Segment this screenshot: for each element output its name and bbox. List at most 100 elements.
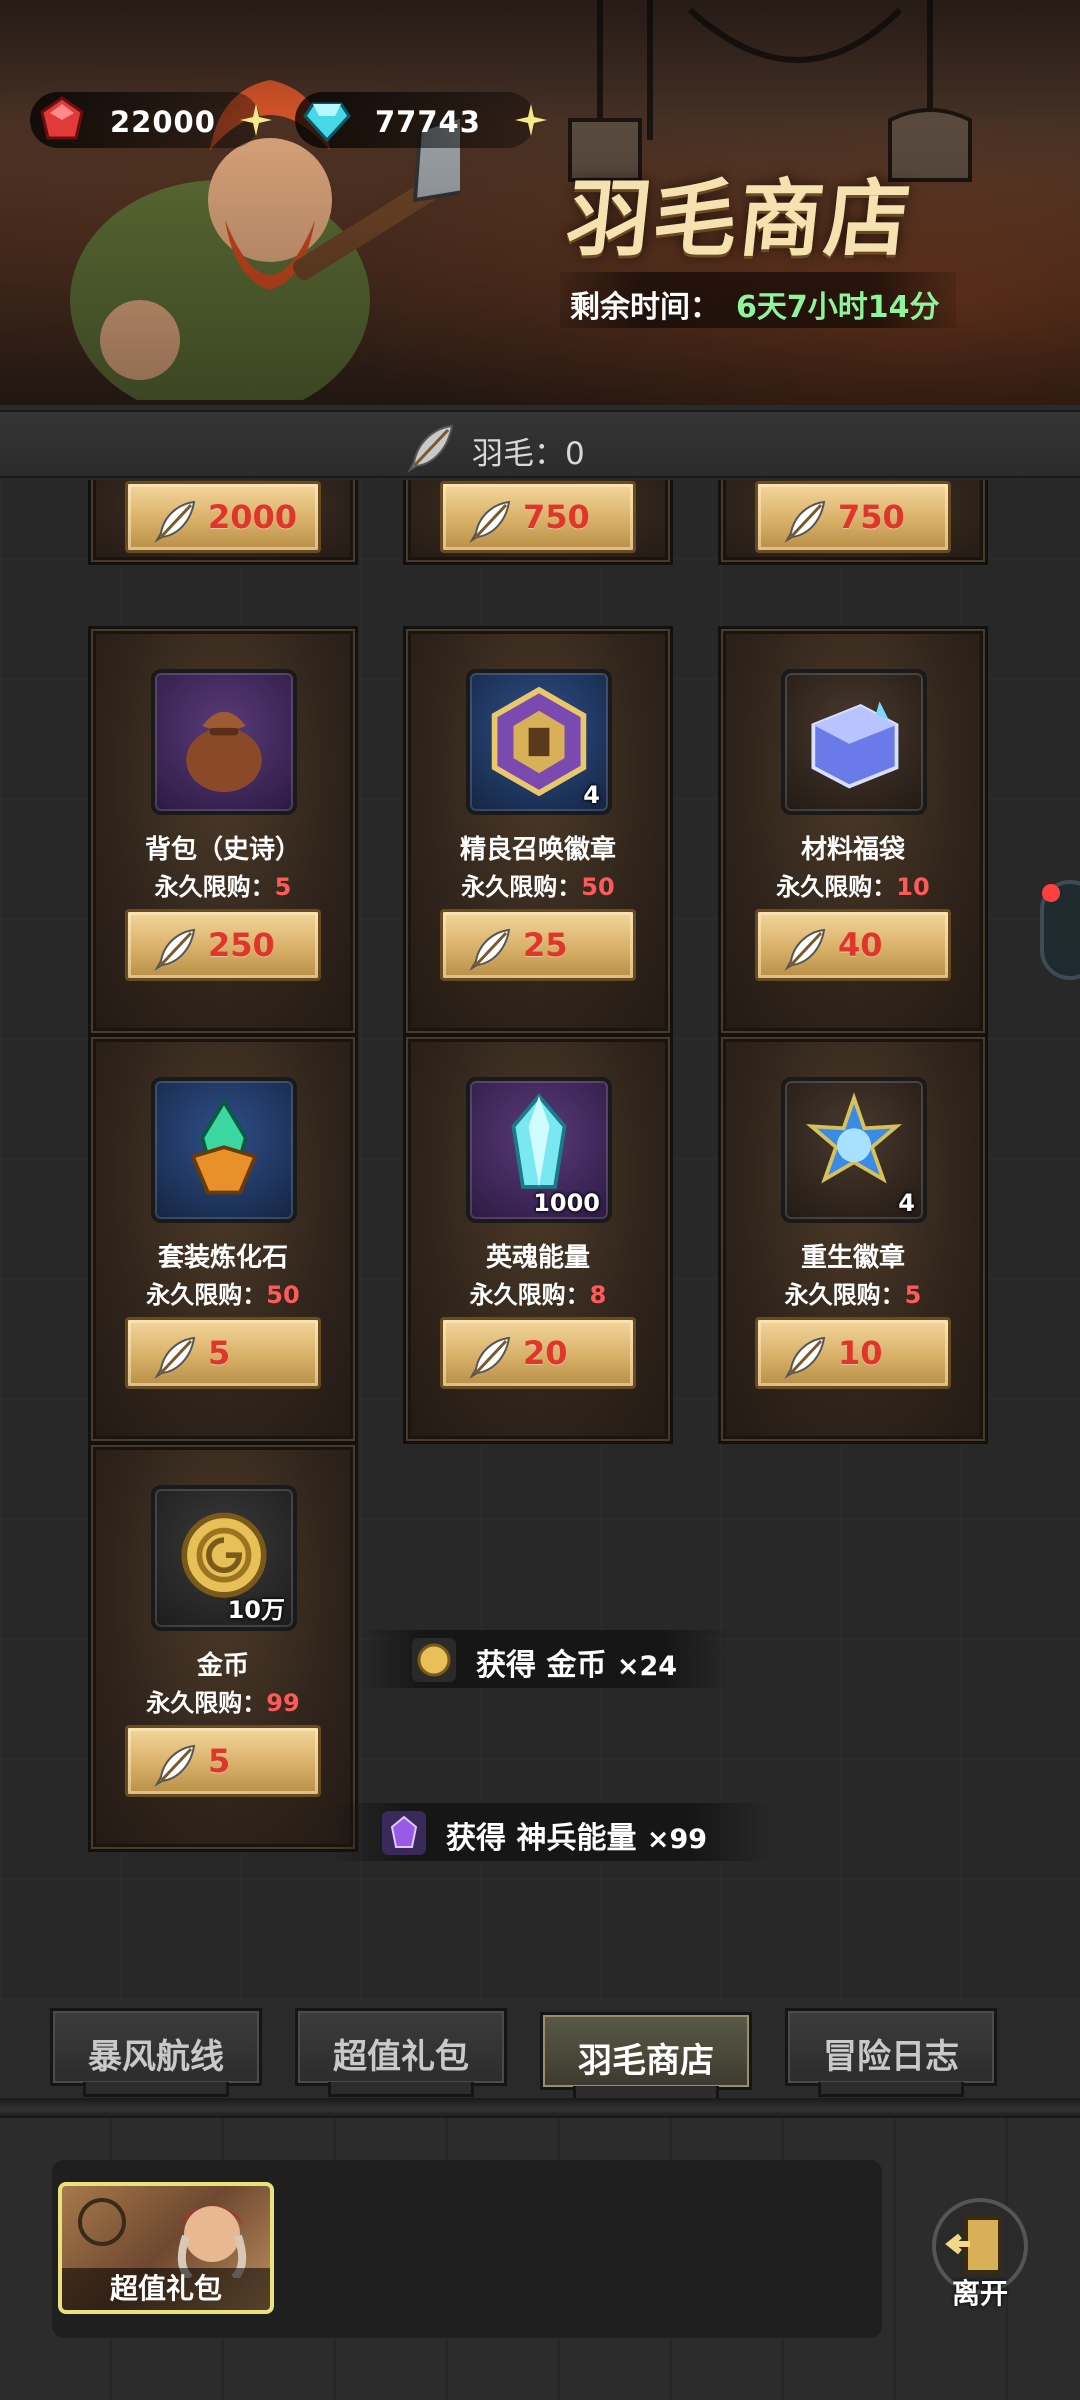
feather-icon: [154, 1744, 196, 1787]
feather-icon: [784, 928, 826, 971]
price-value: 2000: [208, 498, 298, 536]
limit-count: 99: [266, 1689, 300, 1717]
price-value: 25: [523, 926, 568, 964]
reward-toast: 获得 神兵能量 ×99: [330, 1803, 770, 1861]
price-value: 40: [838, 926, 883, 964]
tab-adventure-log[interactable]: 冒险日志: [785, 2008, 997, 2097]
shop-item-card[interactable]: 套装炼化石 永久限购：50 5: [88, 1034, 358, 1444]
limit-count: 50: [581, 873, 615, 901]
purchase-limit: 永久限购：99: [91, 1683, 355, 1718]
shop-item-card: 750: [718, 480, 988, 565]
add-ruby-plus-icon[interactable]: [238, 102, 274, 138]
shop-title: 羽毛商店: [562, 169, 917, 268]
bag-icon: [186, 711, 262, 793]
tab-feather-shop[interactable]: 羽毛商店: [540, 2012, 752, 2101]
tab-value-pack[interactable]: 超值礼包: [295, 2008, 507, 2097]
notification-dot: [1042, 884, 1060, 902]
add-diamond-plus-icon[interactable]: [513, 102, 549, 138]
material-chest-icon: [811, 701, 899, 789]
buy-button[interactable]: 25: [440, 909, 636, 981]
buy-button[interactable]: 750: [440, 481, 636, 553]
tab-label: 暴风航线: [88, 2037, 224, 2077]
feather-icon: [469, 500, 511, 543]
leave-label[interactable]: 离开: [940, 2272, 1020, 2312]
price-value: 5: [208, 1334, 231, 1372]
purchase-limit: 永久限购：5: [91, 867, 355, 902]
tab-label: 羽毛商店: [578, 2041, 714, 2081]
feather-icon: [469, 1336, 511, 1379]
toast-text: 获得 神兵能量 ×99: [446, 1813, 707, 1857]
toast-multiplier: ×24: [616, 1651, 678, 1682]
feather-icon: [154, 1336, 196, 1379]
diamond-currency[interactable]: 77743: [295, 92, 547, 148]
buy-button[interactable]: 5: [125, 1317, 321, 1389]
gold-coin-icon: [412, 1638, 456, 1682]
limit-count: 10: [896, 873, 930, 901]
timer-label: 剩余时间：: [570, 290, 720, 325]
item-thumbnail: [151, 669, 297, 815]
buy-button[interactable]: 10: [755, 1317, 951, 1389]
shop-item-card[interactable]: 背包（史诗） 永久限购：5 250: [88, 626, 358, 1036]
shop-item-card: 750: [403, 480, 673, 565]
limit-label: 永久限购：: [784, 1281, 905, 1309]
feather-icon: [784, 1336, 826, 1379]
buy-button[interactable]: 5: [125, 1725, 321, 1797]
toast-multiplier: ×99: [646, 1824, 708, 1855]
item-quantity: 4: [898, 1189, 915, 1217]
buy-button[interactable]: 40: [755, 909, 951, 981]
buy-button[interactable]: 2000: [125, 481, 321, 553]
item-quantity: 4: [583, 781, 600, 809]
adventurer-portrait-icon: [78, 2198, 247, 2278]
purchase-limit: 永久限购：5: [721, 1275, 985, 1310]
item-name: 背包（史诗）: [144, 835, 301, 865]
buy-button[interactable]: 250: [125, 909, 321, 981]
buy-button[interactable]: 20: [440, 1317, 636, 1389]
feather-icon: [469, 928, 511, 971]
buy-button[interactable]: 750: [755, 481, 951, 553]
shop-item-card[interactable]: 4 精良召唤徽章 永久限购：50 25: [403, 626, 673, 1036]
purchase-limit: 永久限购：50: [406, 867, 670, 902]
feather-balance: 羽毛：0: [472, 436, 585, 472]
item-grid[interactable]: 2000 750 750 背包（史诗） 永久限购：5 250 4 精良召唤徽章 …: [0, 480, 1080, 2000]
limit-label: 永久限购：: [146, 1281, 267, 1309]
feather-icon: [154, 928, 196, 971]
value-pack-label: 超值礼包: [62, 2268, 270, 2310]
limit-label: 永久限购：: [469, 1281, 590, 1309]
shop-item-card[interactable]: 1000 英魂能量 永久限购：8 20: [403, 1034, 673, 1444]
diamond-amount: 77743: [375, 105, 481, 139]
limit-label: 永久限购：: [146, 1689, 267, 1717]
price-value: 20: [523, 1334, 568, 1372]
refining-stone-icon: [190, 1098, 258, 1195]
reward-toast: 获得 金币 ×24: [360, 1630, 730, 1688]
limit-count: 50: [266, 1281, 300, 1309]
price-value: 750: [838, 498, 905, 536]
shop-item-card[interactable]: 材料福袋 永久限购：10 40: [718, 626, 988, 1036]
remaining-time: 剩余时间： 6天7小时14分: [560, 272, 956, 328]
item-name: 材料福袋: [800, 835, 905, 865]
tab-label: 冒险日志: [823, 2037, 959, 2077]
item-thumbnail: 4: [466, 669, 612, 815]
tab-rail-divider: [0, 2098, 1080, 2118]
limit-count: 8: [589, 1281, 607, 1309]
limit-label: 永久限购：: [461, 873, 582, 901]
item-quantity: 10万: [227, 1596, 285, 1624]
toast-message: 获得 神兵能量: [446, 1821, 647, 1856]
value-pack-button[interactable]: 超值礼包: [58, 2182, 274, 2314]
ruby-currency[interactable]: 22000: [30, 92, 272, 148]
price-value: 5: [208, 1742, 231, 1780]
shop-item-card[interactable]: 10万 金币 永久限购：99 5: [88, 1442, 358, 1852]
limit-count: 5: [904, 1281, 922, 1309]
tab-storm-route[interactable]: 暴风航线: [50, 2008, 262, 2097]
limit-label: 永久限购：: [776, 873, 897, 901]
diamond-icon: [303, 102, 351, 143]
price-value: 10: [838, 1334, 883, 1372]
price-value: 750: [523, 498, 590, 536]
shop-item-card[interactable]: 4 重生徽章 永久限购：5 10: [718, 1034, 988, 1444]
purchase-limit: 永久限购：50: [91, 1275, 355, 1310]
price-value: 250: [208, 926, 275, 964]
shop-item-card: 2000: [88, 480, 358, 565]
ruby-amount: 22000: [110, 105, 216, 139]
item-name: 套装炼化石: [157, 1243, 288, 1273]
feather-icon: [784, 500, 826, 543]
tab-label: 超值礼包: [333, 2037, 469, 2077]
